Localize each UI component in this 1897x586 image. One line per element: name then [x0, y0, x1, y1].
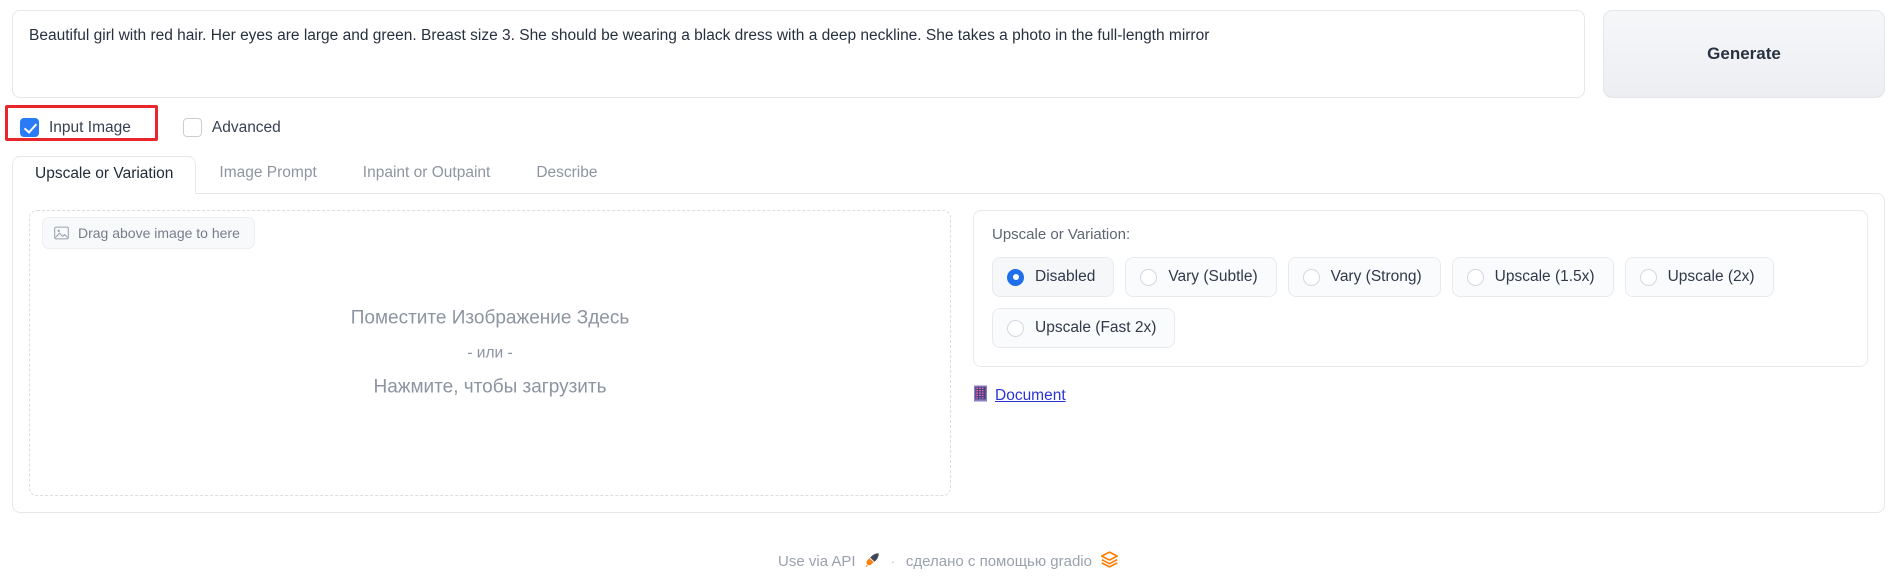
drag-above-image-chip[interactable]: Drag above image to here [42, 217, 255, 249]
radio-vary-subtle-dot[interactable] [1140, 268, 1158, 286]
radio-upscale-fast-2x[interactable]: Upscale (Fast 2x) [992, 308, 1176, 348]
radio-upscale-2x-dot[interactable] [1639, 268, 1657, 286]
image-dropzone[interactable]: Drag above image to here Поместите Изобр… [29, 210, 951, 496]
tab-describe[interactable]: Describe [513, 155, 620, 193]
gradio-app-root: Beautiful girl with red hair. Her eyes a… [0, 0, 1897, 586]
radio-vary-subtle[interactable]: Vary (Subtle) [1125, 257, 1277, 297]
radio-upscale-fast-2x-label: Upscale (Fast 2x) [1035, 319, 1157, 336]
office-building-icon [973, 385, 988, 407]
checkbox-input-image-box[interactable] [20, 118, 39, 137]
radio-upscale-2x[interactable]: Upscale (2x) [1624, 257, 1774, 297]
prompt-row: Beautiful girl with red hair. Her eyes a… [0, 0, 1897, 98]
radio-disabled[interactable]: Disabled [992, 257, 1115, 297]
upscale-or-variation-card: Upscale or Variation: Disabled Vary (Sub… [973, 210, 1868, 367]
prompt-textarea[interactable]: Beautiful girl with red hair. Her eyes a… [12, 10, 1585, 98]
generate-button[interactable]: Generate [1603, 10, 1885, 98]
built-with-gradio-link[interactable]: сделано с помощью gradio [906, 551, 1119, 572]
document-link[interactable]: Document [973, 385, 1066, 407]
use-via-api-label: Use via API [778, 553, 856, 570]
tab-upscale-or-variation[interactable]: Upscale or Variation [12, 156, 197, 194]
radio-vary-strong[interactable]: Vary (Strong) [1287, 257, 1441, 297]
options-checkbox-row: Input Image Advanced [0, 98, 1897, 143]
footer-separator: · [890, 554, 895, 569]
document-link-label: Document [995, 387, 1066, 404]
drag-above-image-label: Drag above image to here [78, 225, 240, 241]
radio-upscale-1-5x-dot[interactable] [1466, 268, 1484, 286]
tab-image-prompt[interactable]: Image Prompt [196, 155, 339, 193]
radio-disabled-label: Disabled [1035, 268, 1096, 285]
upscale-group-label: Upscale or Variation: [992, 226, 1131, 243]
radio-vary-subtle-label: Vary (Subtle) [1168, 268, 1258, 285]
dropzone-line-or: - или - [467, 344, 513, 362]
checkbox-input-image-label: Input Image [49, 118, 131, 136]
tabs-container: Upscale or Variation Image Prompt Inpain… [12, 155, 1885, 194]
checkbox-input-image[interactable]: Input Image [12, 112, 139, 143]
radio-upscale-fast-2x-dot[interactable] [1007, 319, 1024, 337]
radio-vary-strong-dot[interactable] [1302, 268, 1320, 286]
rocket-icon [864, 552, 880, 572]
upscale-settings-column: Upscale or Variation: Disabled Vary (Sub… [973, 210, 1868, 496]
radio-upscale-1-5x[interactable]: Upscale (1.5x) [1451, 257, 1614, 297]
dropzone-instructions: Поместите Изображение Здесь - или - Нажм… [30, 300, 950, 407]
tab-inpaint-or-outpaint[interactable]: Inpaint or Outpaint [340, 155, 514, 193]
use-via-api-link[interactable]: Use via API [778, 552, 880, 572]
checkbox-advanced-label: Advanced [211, 118, 281, 136]
tab-panel-upscale-or-variation: Drag above image to here Поместите Изобр… [12, 193, 1885, 513]
dropzone-line-primary: Поместите Изображение Здесь [350, 307, 630, 329]
radio-disabled-dot[interactable] [1007, 268, 1024, 286]
gradio-logo-icon [1100, 551, 1119, 572]
radio-vary-strong-label: Vary (Strong) [1330, 268, 1422, 285]
checkbox-advanced-box[interactable] [182, 118, 202, 137]
dropzone-line-upload[interactable]: Нажмите, чтобы загрузить [30, 369, 950, 407]
checkbox-advanced[interactable]: Advanced [175, 112, 289, 143]
built-with-gradio-label: сделано с помощью gradio [905, 553, 1092, 570]
tab-list: Upscale or Variation Image Prompt Inpain… [12, 155, 1885, 194]
upscale-radio-group: Disabled Vary (Subtle) Vary (Strong) Ups… [992, 257, 1849, 348]
radio-upscale-2x-label: Upscale (2x) [1667, 268, 1755, 285]
image-icon [54, 226, 69, 240]
radio-upscale-1-5x-label: Upscale (1.5x) [1494, 268, 1595, 285]
page-footer: Use via API · сделано с помощью gradio [0, 551, 1897, 572]
